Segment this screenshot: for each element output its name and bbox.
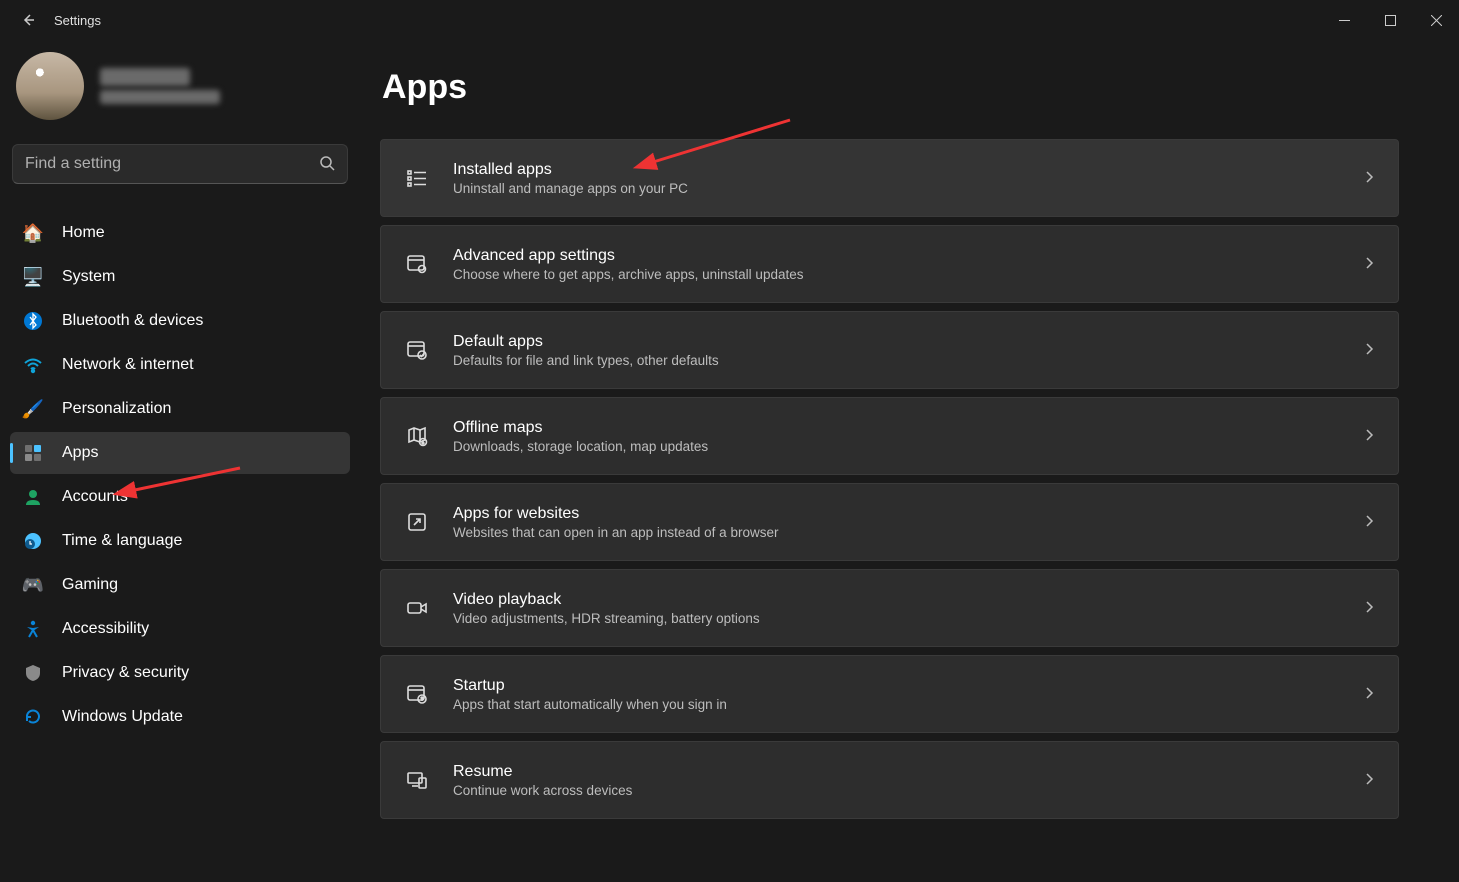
nav-item-personalization[interactable]: 🖌️ Personalization	[10, 388, 350, 430]
nav-item-windows-update[interactable]: Windows Update	[10, 696, 350, 738]
clock-globe-icon	[22, 530, 44, 552]
card-title: Startup	[453, 677, 1340, 695]
nav-item-label: Time & language	[62, 532, 182, 550]
app-check-icon	[403, 336, 431, 364]
person-icon	[22, 486, 44, 508]
content: Apps Installed apps Uninstall and manage…	[360, 40, 1459, 882]
nav-item-privacy[interactable]: Privacy & security	[10, 652, 350, 694]
chevron-right-icon	[1362, 256, 1376, 273]
gamepad-icon: 🎮	[22, 574, 44, 596]
nav-item-accounts[interactable]: Accounts	[10, 476, 350, 518]
card-apps-for-websites[interactable]: Apps for websites Websites that can open…	[380, 483, 1399, 561]
card-advanced-app-settings[interactable]: Advanced app settings Choose where to ge…	[380, 225, 1399, 303]
open-link-icon	[403, 508, 431, 536]
app-gear-icon	[403, 250, 431, 278]
chevron-right-icon	[1362, 686, 1376, 703]
list-icon	[403, 164, 431, 192]
nav-item-bluetooth[interactable]: Bluetooth & devices	[10, 300, 350, 342]
nav-item-label: Personalization	[62, 400, 171, 418]
nav-item-label: Network & internet	[62, 356, 194, 374]
card-desc: Uninstall and manage apps on your PC	[453, 181, 1340, 196]
search-icon	[319, 155, 335, 174]
update-icon	[22, 706, 44, 728]
card-resume[interactable]: Resume Continue work across devices	[380, 741, 1399, 819]
map-download-icon	[403, 422, 431, 450]
card-startup[interactable]: Startup Apps that start automatically wh…	[380, 655, 1399, 733]
card-title: Advanced app settings	[453, 247, 1340, 265]
nav-item-gaming[interactable]: 🎮 Gaming	[10, 564, 350, 606]
chevron-right-icon	[1362, 600, 1376, 617]
sidebar: 🏠 Home 🖥️ System Bluetooth & devices Net…	[0, 40, 360, 882]
profile-name	[100, 68, 190, 86]
nav-item-label: Accessibility	[62, 620, 149, 638]
card-desc: Choose where to get apps, archive apps, …	[453, 267, 1340, 282]
card-installed-apps[interactable]: Installed apps Uninstall and manage apps…	[380, 139, 1399, 217]
chevron-right-icon	[1362, 428, 1376, 445]
nav-item-home[interactable]: 🏠 Home	[10, 212, 350, 254]
video-icon	[403, 594, 431, 622]
nav-item-label: Privacy & security	[62, 664, 189, 682]
card-video-playback[interactable]: Video playback Video adjustments, HDR st…	[380, 569, 1399, 647]
nav-item-system[interactable]: 🖥️ System	[10, 256, 350, 298]
card-offline-maps[interactable]: Offline maps Downloads, storage location…	[380, 397, 1399, 475]
apps-icon	[22, 442, 44, 464]
system-icon: 🖥️	[22, 266, 44, 288]
card-desc: Downloads, storage location, map updates	[453, 439, 1340, 454]
window-title: Settings	[54, 13, 101, 28]
profile-card[interactable]	[8, 44, 352, 128]
card-title: Default apps	[453, 333, 1340, 351]
nav-item-label: Gaming	[62, 576, 118, 594]
card-desc: Apps that start automatically when you s…	[453, 697, 1340, 712]
search-input[interactable]	[25, 155, 311, 173]
profile-email	[100, 90, 220, 104]
nav: 🏠 Home 🖥️ System Bluetooth & devices Net…	[8, 212, 352, 738]
nav-item-label: Home	[62, 224, 105, 242]
card-title: Offline maps	[453, 419, 1340, 437]
chevron-right-icon	[1362, 772, 1376, 789]
card-title: Installed apps	[453, 161, 1340, 179]
startup-icon	[403, 680, 431, 708]
close-icon	[1431, 15, 1442, 26]
card-desc: Video adjustments, HDR streaming, batter…	[453, 611, 1340, 626]
card-desc: Websites that can open in an app instead…	[453, 525, 1340, 540]
arrow-left-icon	[20, 12, 36, 28]
cards-list: Installed apps Uninstall and manage apps…	[380, 139, 1399, 819]
chevron-right-icon	[1362, 342, 1376, 359]
card-title: Resume	[453, 763, 1340, 781]
minimize-icon	[1339, 15, 1350, 26]
home-icon: 🏠	[22, 222, 44, 244]
window-minimize-button[interactable]	[1321, 0, 1367, 40]
nav-item-apps[interactable]: Apps	[10, 432, 350, 474]
nav-item-label: Accounts	[62, 488, 128, 506]
card-title: Video playback	[453, 591, 1340, 609]
nav-item-label: Bluetooth & devices	[62, 312, 203, 330]
card-title: Apps for websites	[453, 505, 1340, 523]
nav-item-time-language[interactable]: Time & language	[10, 520, 350, 562]
card-default-apps[interactable]: Default apps Defaults for file and link …	[380, 311, 1399, 389]
nav-item-network[interactable]: Network & internet	[10, 344, 350, 386]
bluetooth-icon	[22, 310, 44, 332]
window-close-button[interactable]	[1413, 0, 1459, 40]
shield-icon	[22, 662, 44, 684]
avatar	[16, 52, 84, 120]
wifi-icon	[22, 354, 44, 376]
nav-item-label: Windows Update	[62, 708, 183, 726]
chevron-right-icon	[1362, 514, 1376, 531]
nav-item-label: Apps	[62, 444, 98, 462]
search-box[interactable]	[12, 144, 348, 184]
nav-item-accessibility[interactable]: Accessibility	[10, 608, 350, 650]
card-desc: Continue work across devices	[453, 783, 1340, 798]
chevron-right-icon	[1362, 170, 1376, 187]
nav-item-label: System	[62, 268, 115, 286]
title-bar: Settings	[0, 0, 1459, 40]
page-title: Apps	[382, 68, 1399, 107]
back-button[interactable]	[8, 0, 48, 40]
devices-icon	[403, 766, 431, 794]
window-maximize-button[interactable]	[1367, 0, 1413, 40]
card-desc: Defaults for file and link types, other …	[453, 353, 1340, 368]
paintbrush-icon: 🖌️	[22, 398, 44, 420]
accessibility-icon	[22, 618, 44, 640]
maximize-icon	[1385, 15, 1396, 26]
